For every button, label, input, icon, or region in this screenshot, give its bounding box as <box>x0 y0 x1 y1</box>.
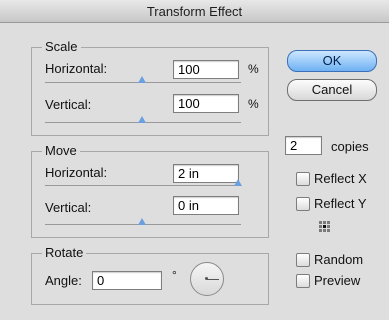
dialog-title: Transform Effect <box>146 4 243 19</box>
scale-horizontal-input[interactable] <box>173 60 239 79</box>
transform-effect-dialog: Transform Effect Scale Horizontal: % Ver… <box>0 0 389 320</box>
scale-horizontal-slider-thumb[interactable] <box>138 76 146 83</box>
move-vertical-input[interactable] <box>173 196 239 215</box>
ref-point-top-center[interactable] <box>323 221 326 224</box>
move-legend: Move <box>42 143 80 158</box>
scale-group: Scale Horizontal: % Vertical: % <box>31 39 269 136</box>
copies-label: copies <box>331 139 369 154</box>
ref-point-center[interactable] <box>323 225 326 228</box>
move-horizontal-label: Horizontal: <box>45 165 108 180</box>
ref-point-top-left[interactable] <box>319 221 322 224</box>
move-vertical-slider-thumb[interactable] <box>138 218 146 225</box>
ok-button[interactable]: OK <box>287 50 377 72</box>
ref-point-top-right[interactable] <box>327 221 330 224</box>
scale-horizontal-label: Horizontal: <box>45 61 108 76</box>
ref-point-bottom-right[interactable] <box>327 229 330 232</box>
reflect-x-label[interactable]: Reflect X <box>314 171 367 186</box>
reference-point-locator[interactable] <box>319 221 330 232</box>
copies-input[interactable] <box>285 136 322 155</box>
move-horizontal-slider-thumb[interactable] <box>234 179 242 186</box>
ref-point-bottom-left[interactable] <box>319 229 322 232</box>
rotate-angle-label: Angle: <box>45 273 82 288</box>
cancel-button[interactable]: Cancel <box>287 79 377 101</box>
scale-vertical-input[interactable] <box>173 94 239 113</box>
random-checkbox[interactable] <box>296 253 310 267</box>
preview-checkbox[interactable] <box>296 274 310 288</box>
scale-vertical-label: Vertical: <box>45 97 92 112</box>
move-vertical-label: Vertical: <box>45 200 92 215</box>
rotate-angle-dial[interactable] <box>190 262 224 296</box>
ref-point-bottom-center[interactable] <box>323 229 326 232</box>
scale-vertical-slider-thumb[interactable] <box>138 116 146 123</box>
rotate-group: Rotate Angle: ° <box>31 245 269 305</box>
scale-legend: Scale <box>42 39 81 54</box>
move-group: Move Horizontal: Vertical: <box>31 143 269 238</box>
title-bar[interactable]: Transform Effect <box>0 0 389 23</box>
move-horizontal-input[interactable] <box>173 164 239 183</box>
dial-hand <box>207 279 219 280</box>
scale-vertical-unit: % <box>248 97 259 111</box>
rotate-legend: Rotate <box>42 245 87 260</box>
scale-horizontal-unit: % <box>248 62 259 76</box>
preview-label[interactable]: Preview <box>314 273 360 288</box>
move-horizontal-slider-track <box>45 185 241 186</box>
reflect-y-checkbox[interactable] <box>296 197 310 211</box>
rotate-angle-input[interactable] <box>92 271 162 290</box>
ref-point-middle-right[interactable] <box>327 225 330 228</box>
random-label[interactable]: Random <box>314 252 363 267</box>
rotate-degree-symbol: ° <box>172 268 177 282</box>
reflect-y-label[interactable]: Reflect Y <box>314 196 367 211</box>
ref-point-middle-left[interactable] <box>319 225 322 228</box>
reflect-x-checkbox[interactable] <box>296 172 310 186</box>
